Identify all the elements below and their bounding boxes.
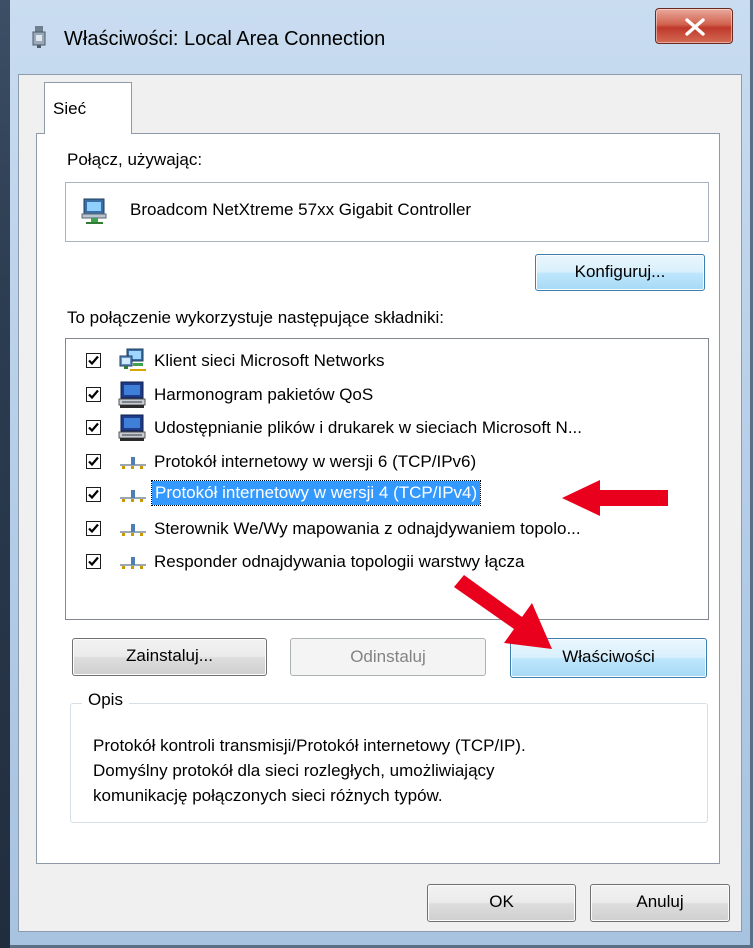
- checkmark-icon: [88, 489, 99, 500]
- list-item[interactable]: Responder odnajdywania topologii warstwy…: [66, 546, 708, 580]
- list-item-label: Protokół internetowy w wersji 6 (TCP/IPv…: [154, 451, 477, 471]
- title-bar[interactable]: Właściwości: Local Area Connection: [10, 0, 750, 74]
- checkbox[interactable]: [86, 386, 101, 402]
- close-icon: [685, 18, 705, 36]
- checkbox[interactable]: [86, 487, 101, 502]
- arrow-down-right-icon: [454, 575, 552, 649]
- list-item[interactable]: Klient sieci Microsoft Networks: [66, 345, 708, 379]
- tab-label: Sieć: [53, 99, 87, 118]
- checkmark-icon: [88, 355, 99, 366]
- adapter-name: Broadcom NetXtreme 57xx Gigabit Controll…: [130, 200, 472, 219]
- checkbox[interactable]: [86, 353, 101, 368]
- checkbox[interactable]: [86, 420, 101, 435]
- configure-button-label: Konfiguruj...: [574, 262, 666, 281]
- network-card-icon: [81, 198, 107, 224]
- checkmark-icon: [88, 422, 99, 433]
- cancel-button[interactable]: Anuluj: [590, 884, 730, 922]
- description-text: Protokół kontroli transmisji/Protokół in…: [93, 733, 693, 808]
- adapter-field: Broadcom NetXtreme 57xx Gigabit Controll…: [65, 182, 709, 242]
- close-button[interactable]: [655, 8, 733, 44]
- connect-using-label: Połącz, używając:: [67, 150, 203, 169]
- list-item-label: Responder odnajdywania topologii warstwy…: [154, 552, 525, 571]
- description-title: Opis: [82, 690, 129, 710]
- description-line: komunikację połączonych sieci różnych ty…: [93, 786, 443, 805]
- properties-button-label: Właściwości: [562, 647, 655, 666]
- list-item[interactable]: Udostępnianie plików i drukarek w siecia…: [66, 412, 708, 446]
- computer-service-icon: [118, 381, 148, 409]
- network-client-icon: [118, 347, 148, 375]
- ok-button-label: OK: [489, 892, 514, 911]
- protocol-icon: [118, 481, 148, 509]
- computer-service-icon: [118, 414, 148, 442]
- checkbox[interactable]: [86, 520, 101, 536]
- list-item-label: Udostępnianie plików i drukarek w siecia…: [154, 418, 583, 437]
- ok-button[interactable]: OK: [427, 884, 576, 922]
- uninstall-button-label: Odinstaluj: [350, 647, 426, 666]
- checkmark-icon: [88, 456, 99, 466]
- list-item-label: Klient sieci Microsoft Networks: [154, 351, 385, 370]
- checkbox[interactable]: [86, 554, 101, 569]
- checkmark-icon: [88, 523, 99, 533]
- configure-button[interactable]: Konfiguruj...: [535, 254, 705, 291]
- checkmark-icon: [88, 556, 99, 567]
- components-label: To połączenie wykorzystuje następujące s…: [67, 308, 445, 327]
- window-title: Właściwości: Local Area Connection: [64, 28, 386, 50]
- install-button-label: Zainstaluj...: [126, 646, 213, 665]
- list-item-label: Harmonogram pakietów QoS: [154, 384, 374, 404]
- list-item[interactable]: Harmonogram pakietów QoS: [66, 379, 708, 413]
- tab-network[interactable]: Sieć: [44, 82, 132, 134]
- cancel-button-label: Anuluj: [636, 892, 684, 911]
- checkbox[interactable]: [86, 453, 101, 469]
- protocol-icon: [118, 448, 148, 476]
- description-line: Protokół kontroli transmisji/Protokół in…: [93, 736, 526, 755]
- install-button[interactable]: Zainstaluj...: [72, 638, 267, 676]
- list-item-label: Sterownik We/Wy mapowania z odnajdywanie…: [154, 518, 581, 538]
- network-adapter-icon: [32, 26, 46, 48]
- description-line: Domyślny protokół dla sieci rozległych, …: [93, 761, 495, 780]
- checkmark-icon: [88, 389, 99, 399]
- background-edge: [0, 0, 10, 948]
- protocol-icon: [118, 548, 148, 576]
- protocol-icon: [118, 515, 148, 543]
- arrow-left-icon: [562, 480, 668, 516]
- list-item[interactable]: Protokół internetowy w wersji 6 (TCP/IPv…: [66, 446, 708, 480]
- list-item-label: Protokół internetowy w wersji 4 (TCP/IPv…: [150, 480, 482, 506]
